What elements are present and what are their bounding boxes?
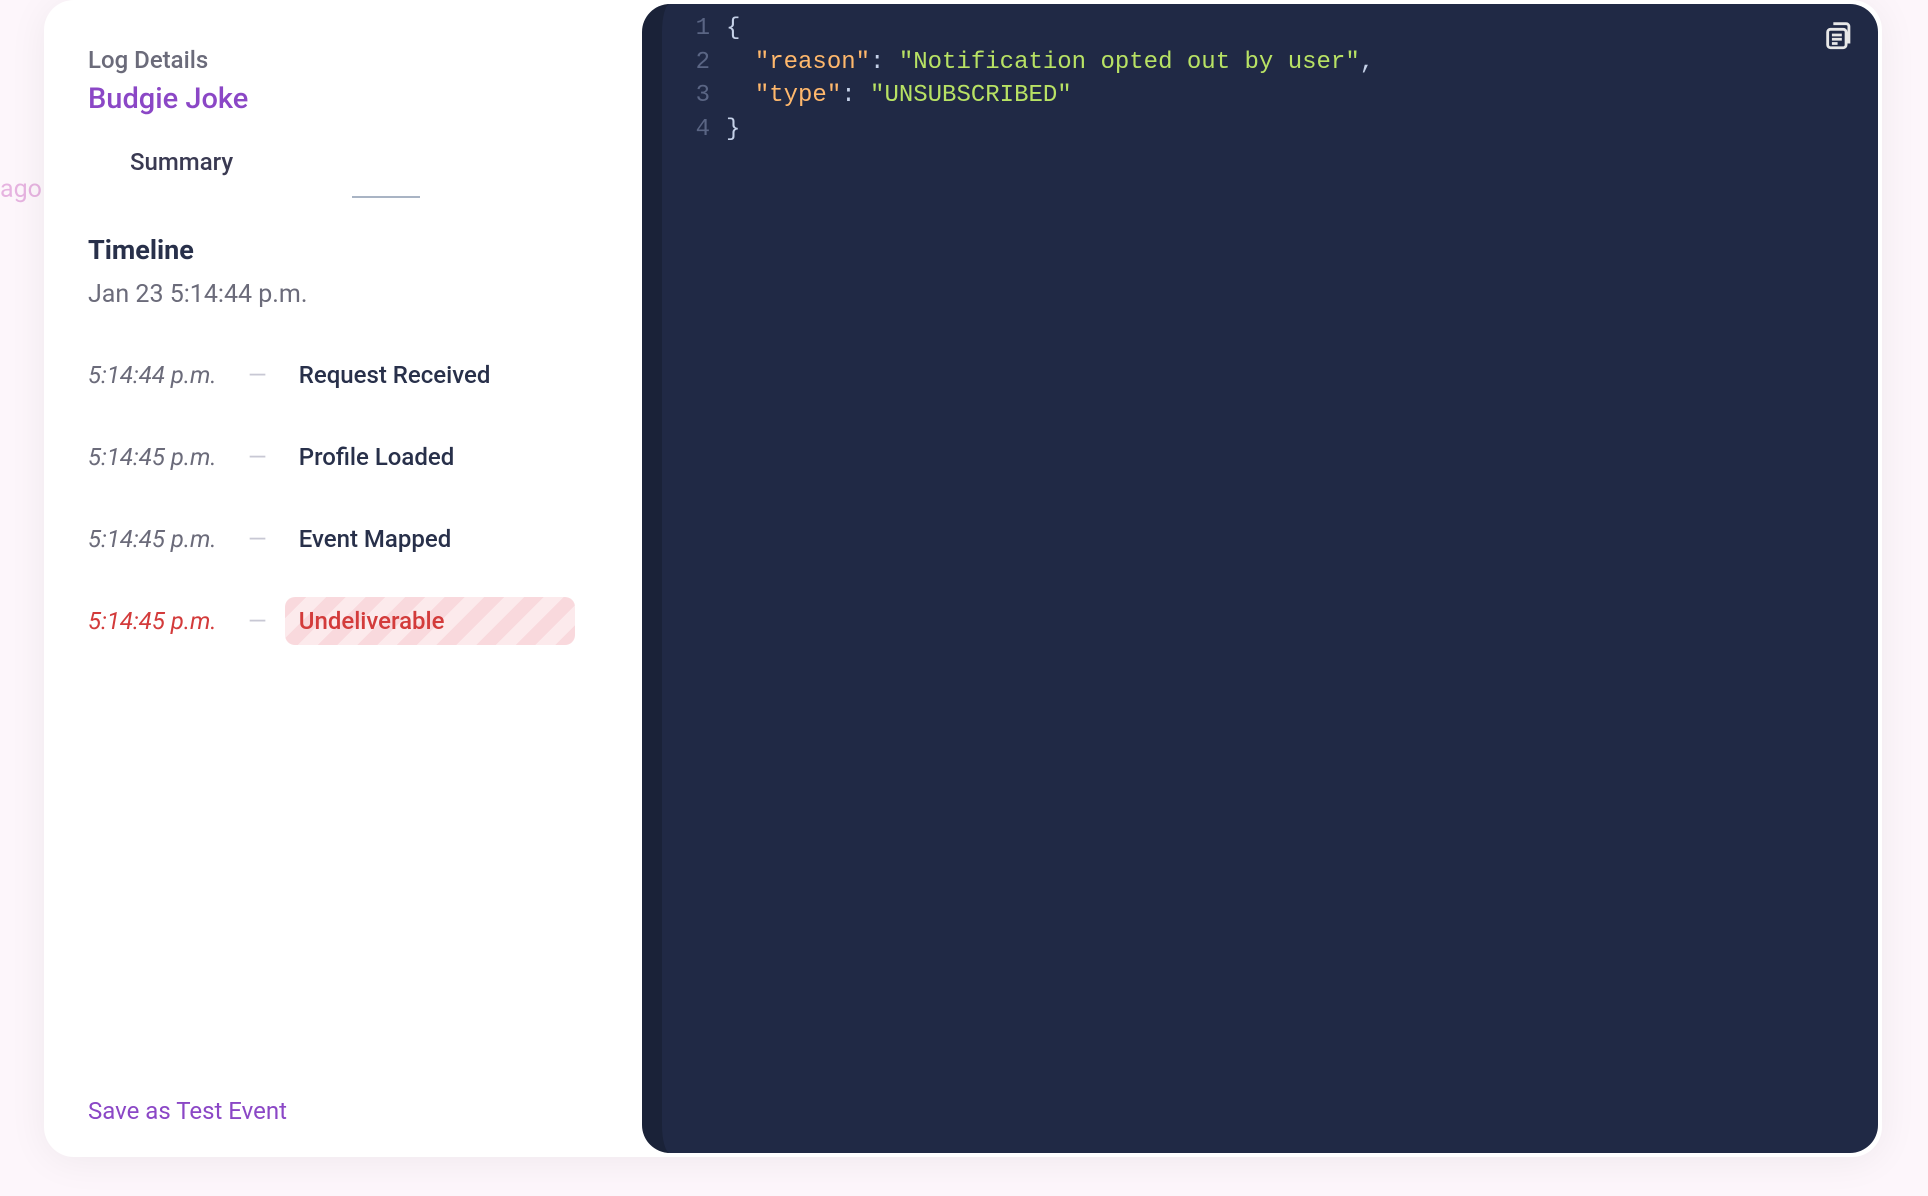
log-details-modal: Log Details Budgie Joke Summary Timeline…	[44, 0, 1882, 1157]
background-partial-text: ago	[0, 175, 42, 204]
copy-icon[interactable]	[1822, 18, 1856, 52]
line-number: 1	[682, 12, 710, 46]
code-content: }	[726, 113, 740, 147]
timeline-time: 5:14:45 p.m.	[88, 443, 230, 471]
timeline-dash: —	[248, 443, 267, 471]
log-details-label: Log Details	[88, 46, 598, 74]
timeline-heading: Timeline	[88, 234, 598, 266]
timeline-row[interactable]: 5:14:45 p.m. — Profile Loaded	[88, 433, 598, 481]
left-panel: Log Details Budgie Joke Summary Timeline…	[44, 0, 642, 1157]
timeline-event-label: Undeliverable	[285, 597, 575, 645]
code-line: 3 "type": "UNSUBSCRIBED"	[682, 79, 1858, 113]
event-title: Budgie Joke	[88, 82, 598, 116]
timeline-dash: —	[248, 607, 267, 635]
timeline-dash: —	[248, 361, 267, 389]
line-number: 2	[682, 46, 710, 80]
timeline-time: 5:14:44 p.m.	[88, 361, 230, 389]
timeline-row[interactable]: 5:14:45 p.m. — Event Mapped	[88, 515, 598, 563]
code-line: 2 "reason": "Notification opted out by u…	[682, 46, 1858, 80]
code-line: 1{	[682, 12, 1858, 46]
timeline-event-label: Request Received	[285, 351, 505, 399]
timeline-dash: —	[248, 525, 267, 553]
json-panel: 1{2 "reason": "Notification opted out by…	[642, 4, 1878, 1153]
save-as-test-event-link[interactable]: Save as Test Event	[88, 1097, 287, 1125]
timeline-time: 5:14:45 p.m.	[88, 525, 230, 553]
code-content: "reason": "Notification opted out by use…	[726, 46, 1374, 80]
line-number: 4	[682, 113, 710, 147]
code-block: 1{2 "reason": "Notification opted out by…	[682, 12, 1858, 146]
timeline-row[interactable]: 5:14:44 p.m. — Request Received	[88, 351, 598, 399]
tab-summary[interactable]: Summary	[130, 148, 233, 184]
timeline-time: 5:14:45 p.m.	[88, 607, 230, 635]
code-line: 4}	[682, 113, 1858, 147]
tabs: Summary	[88, 148, 598, 184]
timeline-event-label: Event Mapped	[285, 515, 465, 563]
timeline-row[interactable]: 5:14:45 p.m. — Undeliverable	[88, 597, 598, 645]
line-number: 3	[682, 79, 710, 113]
code-content: "type": "UNSUBSCRIBED"	[726, 79, 1072, 113]
tab-underline	[352, 196, 420, 198]
code-content: {	[726, 12, 740, 46]
timeline-date: Jan 23 5:14:44 p.m.	[88, 280, 598, 309]
timeline-event-label: Profile Loaded	[285, 433, 469, 481]
timeline-list: 5:14:44 p.m. — Request Received 5:14:45 p.m…	[88, 351, 598, 645]
